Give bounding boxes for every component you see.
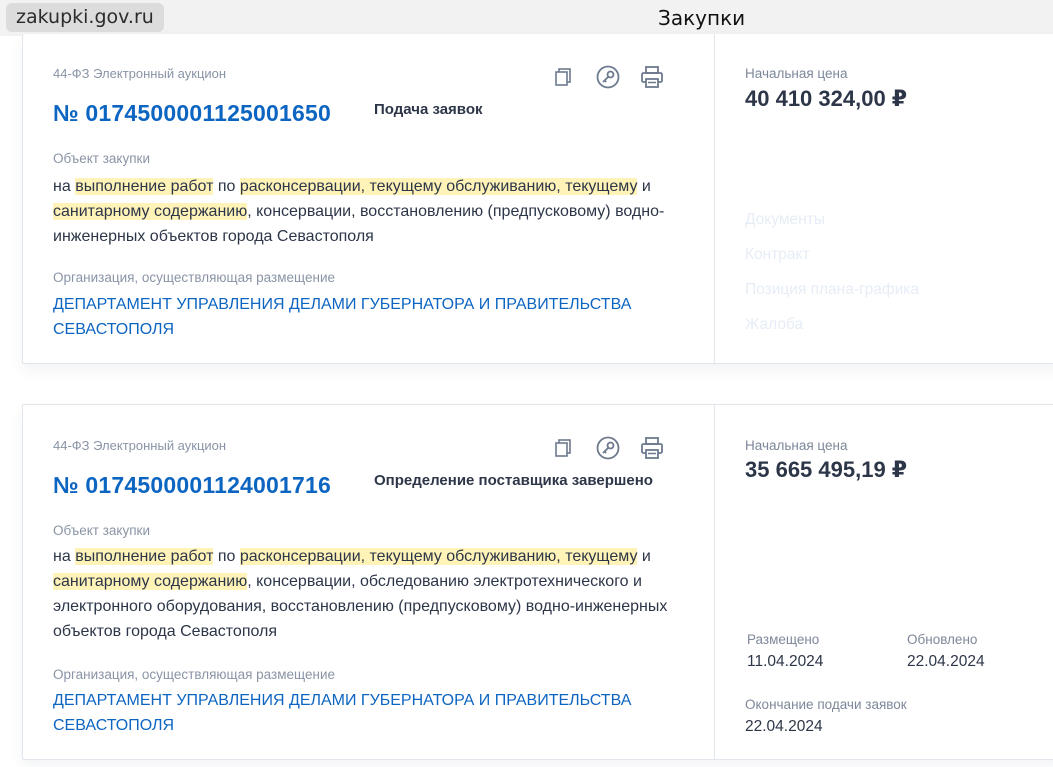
copy-icon[interactable] xyxy=(551,64,577,90)
search-highlight: выполнение работ xyxy=(75,178,214,195)
price-label: Начальная цена xyxy=(745,66,848,81)
org-link[interactable]: ДЕПАРТАМЕНТ УПРАВЛЕНИЯ ДЕЛАМИ ГУБЕРНАТОР… xyxy=(53,292,673,342)
law-type: 44-ФЗ Электронный аукцион xyxy=(53,66,227,81)
key-icon[interactable] xyxy=(595,64,621,90)
print-icon[interactable] xyxy=(639,64,665,90)
purchase-number-link[interactable]: № 0174500001125001650 xyxy=(53,100,331,127)
print-icon[interactable] xyxy=(639,435,665,461)
object-description: на выполнение работ по расконсервации, т… xyxy=(53,544,698,644)
search-highlight: расконсервации, текущему обслуживанию, т… xyxy=(239,548,638,565)
price-label: Начальная цена xyxy=(745,438,848,453)
description-text: по xyxy=(213,178,240,195)
org-label: Организация, осуществляющая размещение xyxy=(53,667,335,682)
window-title: Закупки xyxy=(658,6,746,30)
deadline-label: Окончание подачи заявок xyxy=(745,697,907,712)
card-side-panel: Начальная цена 40 410 324,00 ₽ Документы… xyxy=(714,34,1053,363)
description-text: на xyxy=(53,548,76,565)
price-value: 35 665 495,19 ₽ xyxy=(745,457,908,482)
org-link[interactable]: ДЕПАРТАМЕНТ УПРАВЛЕНИЯ ДЕЛАМИ ГУБЕРНАТОР… xyxy=(53,688,673,738)
key-icon[interactable] xyxy=(595,435,621,461)
purchase-card: 44-ФЗ Электронный аукцион № 017450000112… xyxy=(22,34,1053,364)
purchase-number-link[interactable]: № 0174500001124001716 xyxy=(53,472,331,499)
updated-label: Обновлено xyxy=(907,632,978,647)
search-highlight: расконсервации, текущему обслуживанию, т… xyxy=(239,178,638,195)
deadline-date: 22.04.2024 xyxy=(745,718,823,735)
description-text: на xyxy=(53,178,76,195)
search-highlight: санитарному содержанию xyxy=(53,203,248,220)
purchase-card: 44-ФЗ Электронный аукцион № 017450000112… xyxy=(22,404,1053,760)
documents-link[interactable]: Документы xyxy=(745,211,825,229)
complaint-link[interactable]: Жалоба xyxy=(745,316,803,334)
status-label: Определение поставщика завершено xyxy=(374,472,653,489)
updated-date: 22.04.2024 xyxy=(907,653,985,670)
description-text: по xyxy=(213,548,240,565)
description-text: и xyxy=(637,178,651,195)
search-highlight: санитарному содержанию xyxy=(53,573,248,590)
object-label: Объект закупки xyxy=(53,151,150,166)
contract-link[interactable]: Контракт xyxy=(745,246,810,264)
url-field[interactable]: zakupki.gov.ru xyxy=(6,3,164,32)
description-text: и xyxy=(637,548,651,565)
posted-label: Размещено xyxy=(747,632,820,647)
object-label: Объект закупки xyxy=(53,523,150,538)
object-description: на выполнение работ по расконсервации, т… xyxy=(53,174,698,249)
card-side-panel: Начальная цена 35 665 495,19 ₽ Размещено… xyxy=(714,405,1053,759)
browser-bar: zakupki.gov.ru Закупки xyxy=(0,0,1053,36)
price-value: 40 410 324,00 ₽ xyxy=(745,86,908,111)
copy-icon[interactable] xyxy=(551,435,577,461)
plan-schedule-link[interactable]: Позиция плана-графика xyxy=(745,281,919,299)
card-actions xyxy=(551,64,671,90)
status-label: Подача заявок xyxy=(374,101,483,118)
org-label: Организация, осуществляющая размещение xyxy=(53,270,335,285)
posted-date: 11.04.2024 xyxy=(747,653,824,670)
card-actions xyxy=(551,435,671,461)
law-type: 44-ФЗ Электронный аукцион xyxy=(53,438,227,453)
search-highlight: выполнение работ xyxy=(75,548,214,565)
